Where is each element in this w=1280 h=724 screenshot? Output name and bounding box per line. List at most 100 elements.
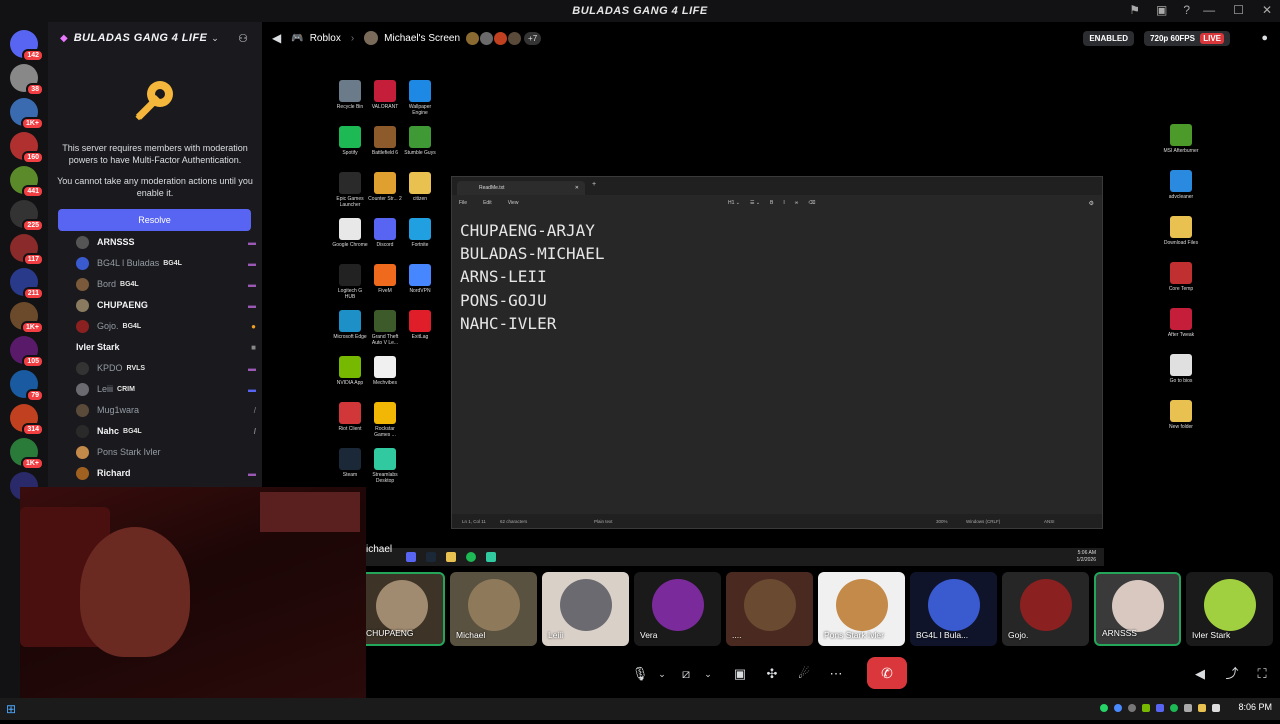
settings-icon[interactable]: ⚙ xyxy=(1089,200,1094,207)
clear-format-icon[interactable]: ⌫ xyxy=(808,200,815,206)
desktop-icon[interactable]: Microsoft Edge xyxy=(332,310,368,340)
server-header[interactable]: ◆ BULADAS GANG 4 LIFE ⌄ ⚇ xyxy=(48,22,262,54)
desktop-icon[interactable]: New folder xyxy=(1163,400,1199,430)
desktop-icon[interactable]: MSI Afterburner xyxy=(1163,124,1199,154)
volume-icon[interactable]: ◀ xyxy=(272,31,281,45)
server-icon[interactable]: 225 xyxy=(10,200,44,232)
volume-icon[interactable]: ◀ xyxy=(1188,662,1212,686)
server-icon[interactable]: 441 xyxy=(10,166,44,198)
participant-tile[interactable]: .... xyxy=(726,572,813,646)
desktop-icon[interactable]: VALORANT xyxy=(367,80,403,110)
desktop-icon[interactable]: Battlefield 6 xyxy=(367,126,403,156)
desktop-icon[interactable]: Stumble Guys xyxy=(402,126,438,156)
desktop-icon[interactable]: Riot Client xyxy=(332,402,368,432)
resolve-button[interactable]: Resolve xyxy=(58,209,251,231)
server-icon[interactable]: 314 xyxy=(10,404,44,436)
desktop-icon[interactable]: Recycle Bin xyxy=(332,80,368,110)
home-button[interactable]: 142 xyxy=(10,30,44,62)
participant-tile[interactable]: BG4L l Bula... xyxy=(910,572,997,646)
desktop-icon[interactable]: Download Files xyxy=(1163,216,1199,246)
desktop-icon[interactable]: Counter Str... 2 xyxy=(367,172,403,202)
member-item[interactable]: KPDO RVLS ▬ xyxy=(76,358,256,378)
member-item[interactable]: CHUPAENG ▬ xyxy=(76,295,256,315)
desktop-icon[interactable]: Wallpaper Engine xyxy=(402,80,438,116)
desktop-icon[interactable]: Google Chrome xyxy=(332,218,368,248)
soundboard-icon[interactable]: ☄ xyxy=(792,662,816,686)
server-icon[interactable]: 1K+ xyxy=(10,438,44,470)
more-icon[interactable]: ⋯ xyxy=(824,662,848,686)
camera-off-icon[interactable]: ⧄ xyxy=(674,662,698,686)
share-screen-icon[interactable]: ▣ xyxy=(728,662,752,686)
desktop-icon[interactable]: ExitLag xyxy=(402,310,438,340)
member-item[interactable]: Nahc BG4L / xyxy=(76,421,256,441)
server-icon[interactable]: 79 xyxy=(10,370,44,402)
participant-tile[interactable]: Pons Stark Ivler xyxy=(818,572,905,646)
server-icon[interactable]: 117 xyxy=(10,234,44,266)
chevron-down-icon[interactable]: ⌄ xyxy=(696,662,720,686)
desktop-icon[interactable]: Spotify xyxy=(332,126,368,156)
member-item[interactable]: Richard ▬ xyxy=(76,463,256,483)
desktop-icon[interactable]: After Tweak xyxy=(1163,308,1199,338)
screen-share-icon[interactable]: ▣ xyxy=(1156,3,1167,17)
server-icon[interactable]: 105 xyxy=(10,336,44,368)
menu-file[interactable]: File xyxy=(459,200,467,206)
desktop-icon[interactable]: Discord xyxy=(367,218,403,248)
desktop-icon[interactable]: Go to bios xyxy=(1163,354,1199,384)
popout-icon[interactable]: ● xyxy=(1261,32,1268,44)
member-item[interactable]: Pons Stark Ivler xyxy=(76,442,256,462)
close-button[interactable]: ✕ xyxy=(1262,3,1272,17)
member-item[interactable]: Gojo. BG4L ● xyxy=(76,316,256,336)
participant-tile[interactable]: CHUPAENG xyxy=(358,572,445,646)
desktop-icon[interactable]: Streamlabs Desktop xyxy=(367,448,403,484)
microphone-icon[interactable]: 🎙 xyxy=(628,662,652,686)
maximize-button[interactable]: ☐ xyxy=(1233,3,1244,17)
member-item[interactable]: Bord BG4L ▬ xyxy=(76,274,256,294)
fullscreen-icon[interactable]: ⛶ xyxy=(1250,662,1274,686)
add-member-icon[interactable]: ⚇ xyxy=(238,32,248,45)
participant-tile[interactable]: ARNSSS xyxy=(1094,572,1181,646)
participant-tile[interactable]: Vera xyxy=(634,572,721,646)
desktop-icon[interactable]: Logitech G HUB xyxy=(332,264,368,300)
italic-icon[interactable]: I xyxy=(783,200,784,206)
participant-tile[interactable]: Ivler Stark xyxy=(1186,572,1273,646)
text-area[interactable]: CHUPAENG-ARJAY BULADAS-MICHAEL ARNS-LEII… xyxy=(460,219,605,335)
desktop-icon[interactable]: NVIDIA App xyxy=(332,356,368,386)
inbox-icon[interactable]: ⚑ xyxy=(1129,3,1140,17)
desktop-icon[interactable]: Rockstar Games ... xyxy=(367,402,403,438)
popout-icon[interactable]: ⤴ xyxy=(1220,662,1244,686)
start-icon[interactable]: ⊞ xyxy=(6,702,16,716)
desktop-icon[interactable]: Mechvibes xyxy=(367,356,403,386)
member-item[interactable]: BG4L l Buladas BG4L ▬ xyxy=(76,253,256,273)
heading-icon[interactable]: H1 ⌄ xyxy=(728,200,740,206)
desktop-icon[interactable]: FiveM xyxy=(367,264,403,294)
participant-tile[interactable]: Michael xyxy=(450,572,537,646)
desktop-icon[interactable]: Fortnite xyxy=(402,218,438,248)
menu-view[interactable]: View xyxy=(508,200,519,206)
member-item[interactable]: ARNSSS ▬ xyxy=(76,232,256,252)
server-icon[interactable]: 38 xyxy=(10,64,44,96)
participant-tile[interactable]: Leiii xyxy=(542,572,629,646)
desktop-icon[interactable]: citizen xyxy=(402,172,438,202)
desktop-icon[interactable]: advcleaner xyxy=(1163,170,1199,200)
help-icon[interactable]: ? xyxy=(1183,3,1190,17)
member-item[interactable]: Mug1wara / xyxy=(76,400,256,420)
bold-icon[interactable]: B xyxy=(770,200,773,206)
tab-readme[interactable]: ReadMe.txt ✕ xyxy=(457,181,585,195)
desktop-icon[interactable]: Steam xyxy=(332,448,368,478)
link-icon[interactable]: ∞ xyxy=(795,200,799,206)
minimize-button[interactable]: — xyxy=(1203,3,1215,17)
list-icon[interactable]: ☰ ⌄ xyxy=(750,200,760,206)
member-item[interactable]: Ivler Stark ■ xyxy=(76,337,256,357)
menu-edit[interactable]: Edit xyxy=(483,200,492,206)
desktop-icon[interactable]: Epic Games Launcher xyxy=(332,172,368,208)
participant-tile[interactable]: Gojo. xyxy=(1002,572,1089,646)
chevron-down-icon[interactable]: ⌄ xyxy=(650,662,674,686)
member-item[interactable]: Leiii CRIM ▬ xyxy=(76,379,256,399)
desktop-icon[interactable]: Core Temp xyxy=(1163,262,1199,292)
desktop-icon[interactable]: NordVPN xyxy=(402,264,438,294)
server-icon[interactable]: 211 xyxy=(10,268,44,300)
server-icon[interactable]: 1K+ xyxy=(10,98,44,130)
close-tab-icon[interactable]: ✕ xyxy=(575,185,579,191)
server-icon[interactable]: 160 xyxy=(10,132,44,164)
disconnect-button[interactable]: ✆ xyxy=(867,657,907,689)
